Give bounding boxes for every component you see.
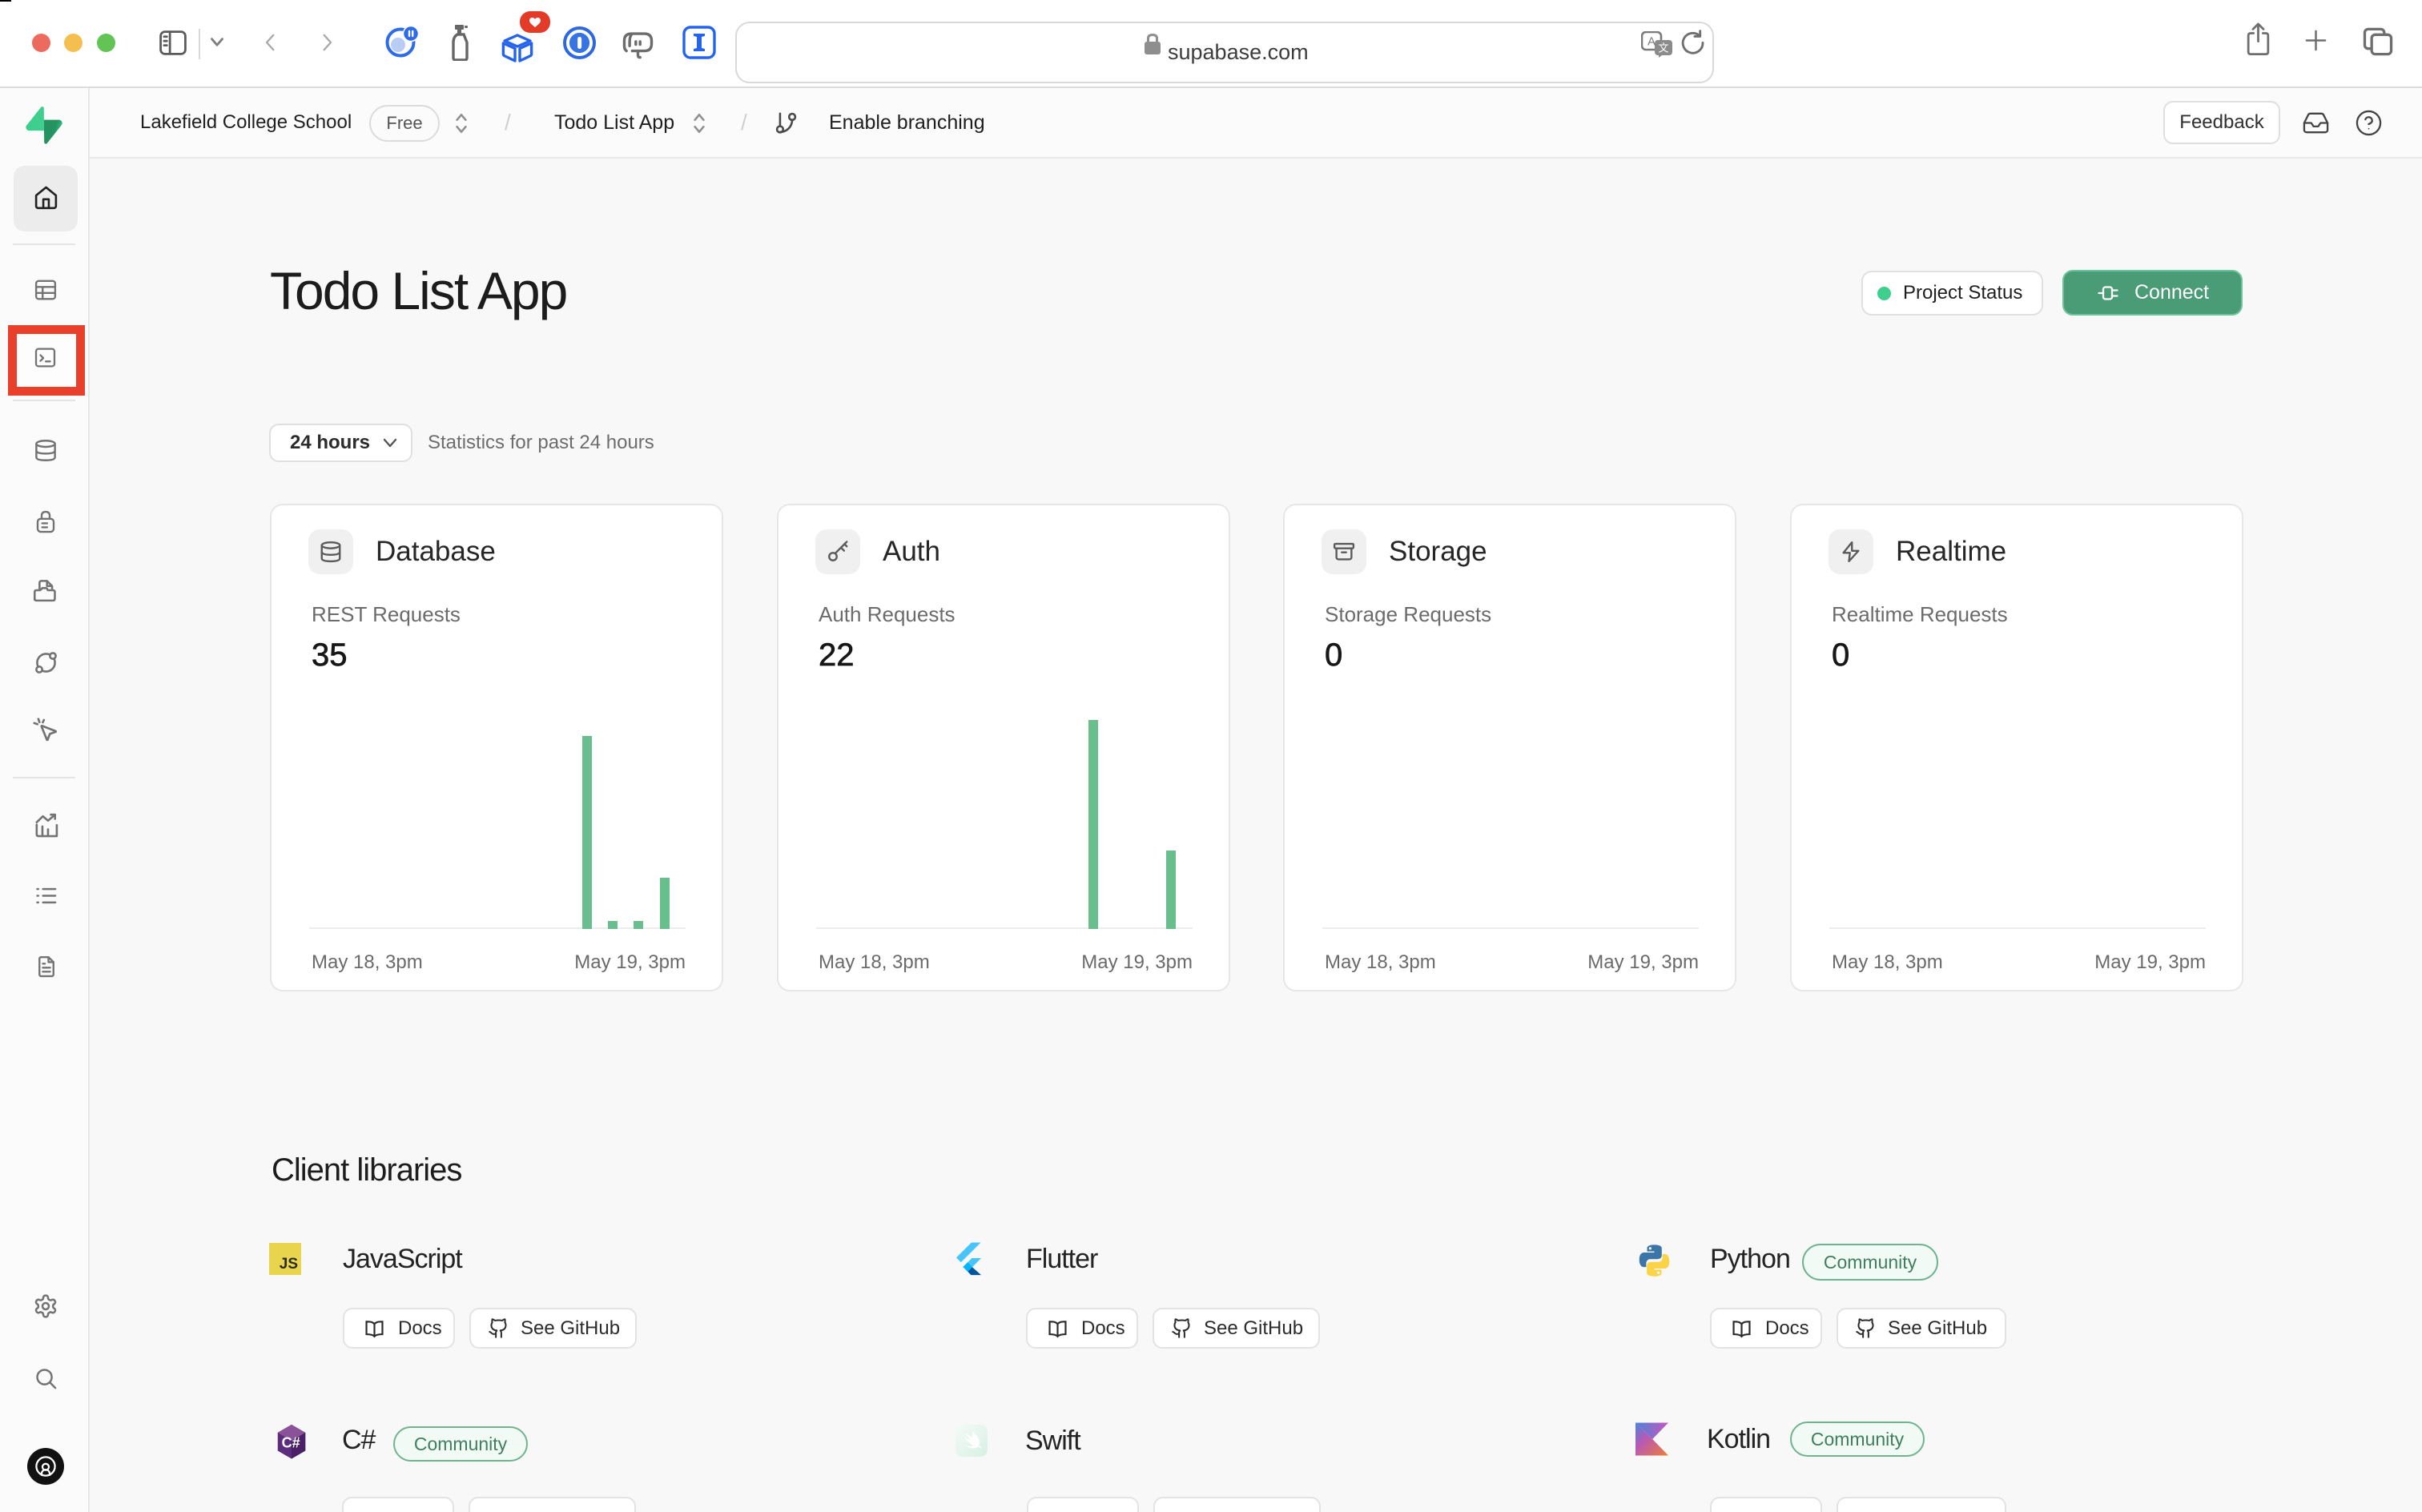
svg-text:A: A xyxy=(1648,35,1656,49)
svg-text:C#: C# xyxy=(282,1435,300,1451)
svg-text:文: 文 xyxy=(1658,42,1668,54)
